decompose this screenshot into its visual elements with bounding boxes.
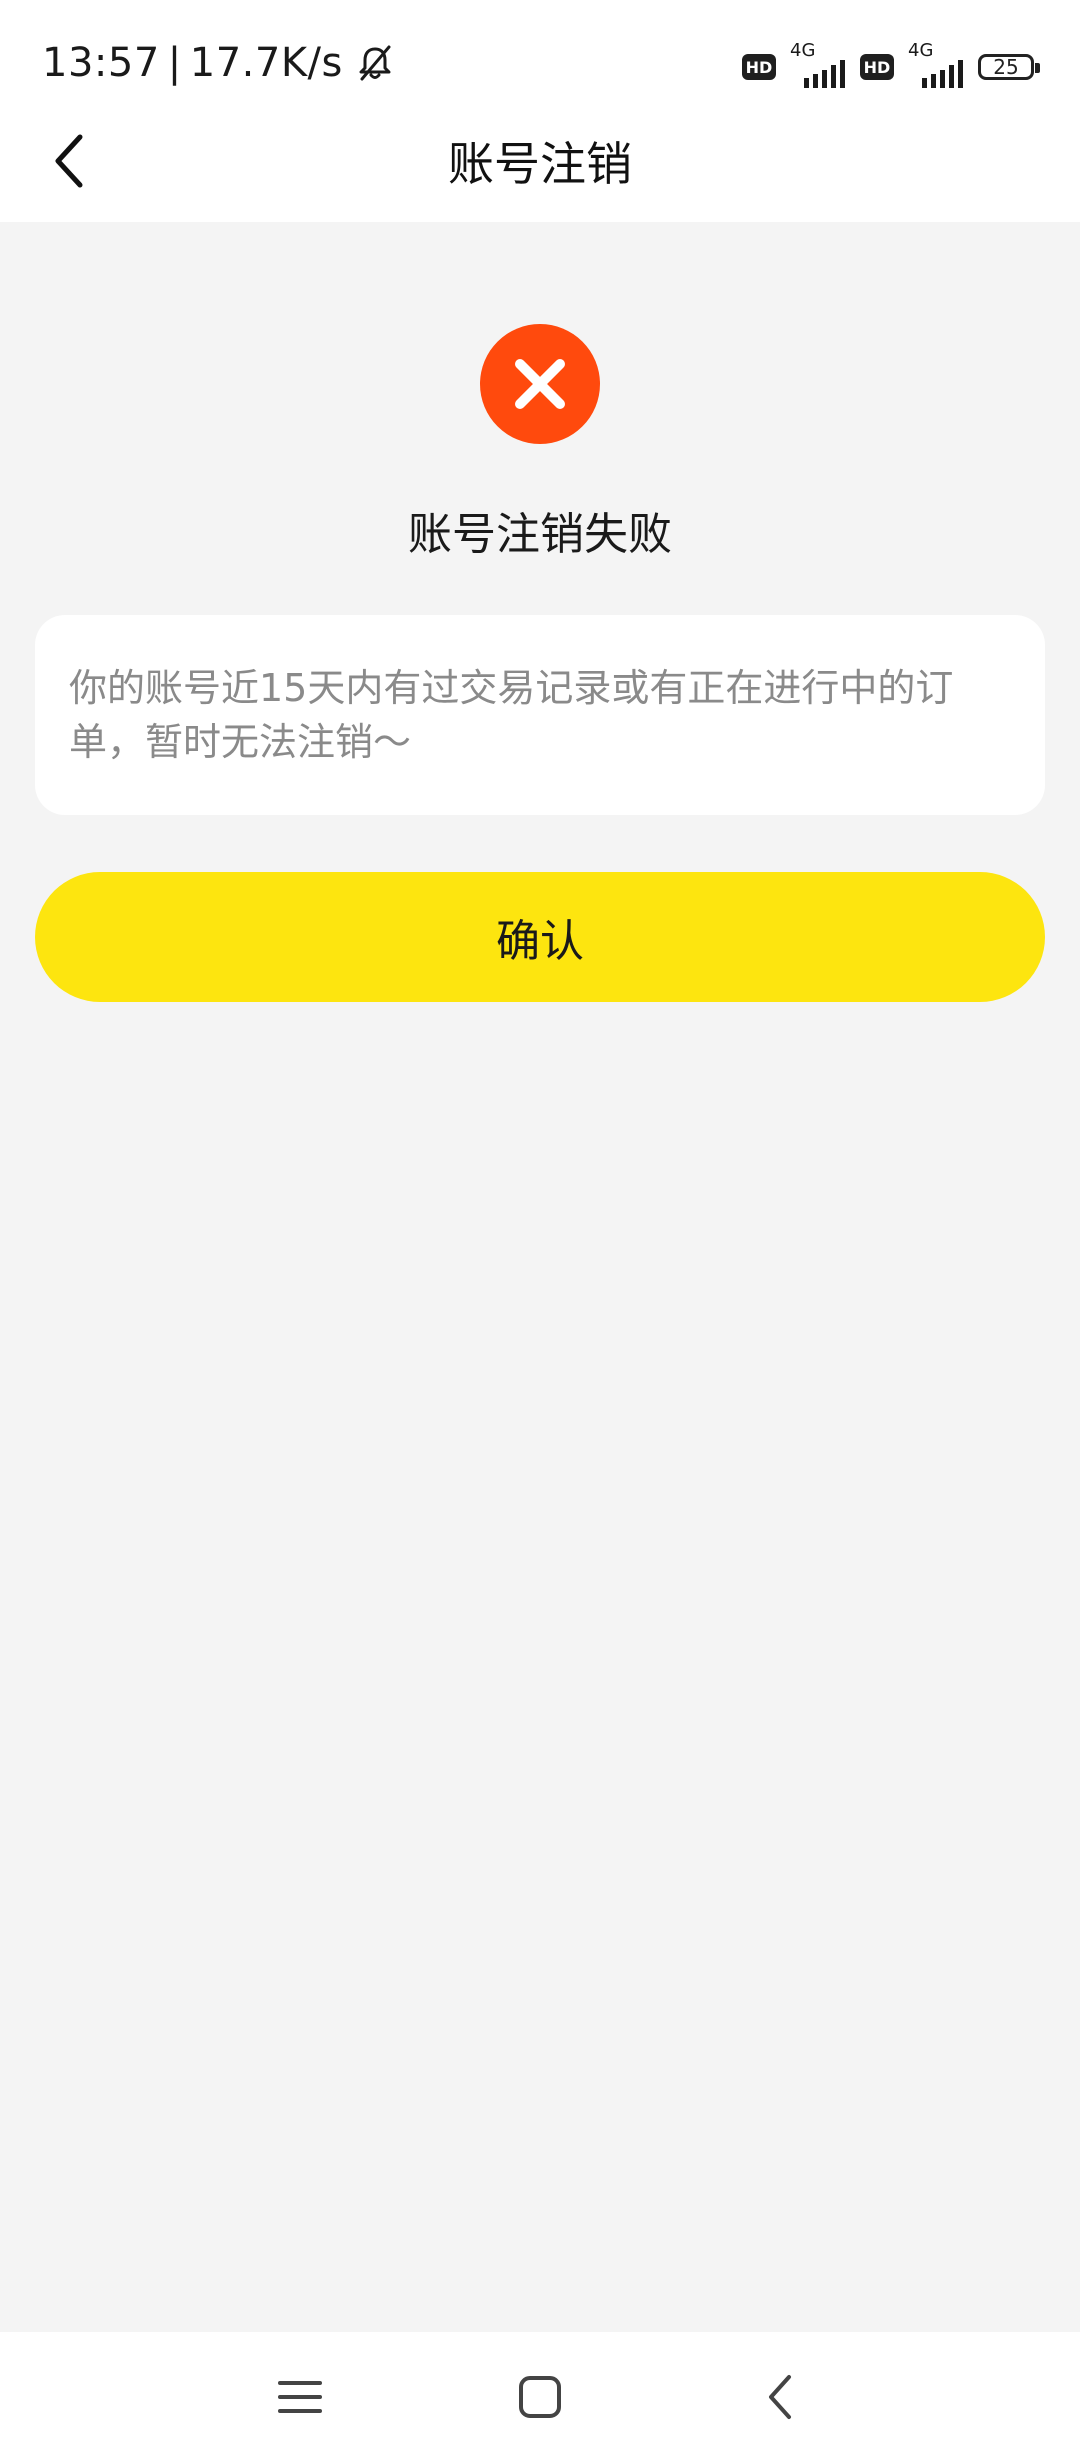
status-separator: | — [167, 40, 182, 86]
status-time: 13:57 — [42, 40, 160, 86]
nav-back-icon — [769, 2375, 791, 2419]
system-nav-bar — [0, 2332, 1080, 2460]
page-title: 账号注销 — [448, 137, 632, 191]
result-title: 账号注销失败 — [408, 509, 672, 560]
message-card: 你的账号近15天内有过交易记录或有正在进行中的订单，暂时无法注销～ — [35, 615, 1045, 815]
network-speed: 17.7K/s — [189, 40, 343, 86]
menu-button[interactable] — [260, 2362, 340, 2432]
status-left: 13:57 | 17.7K/s — [42, 40, 395, 86]
home-icon — [519, 2376, 561, 2418]
status-right: HD 4G HD 4G 25 — [742, 40, 1040, 88]
battery-level: 25 — [993, 55, 1019, 79]
title-bar: 账号注销 — [0, 100, 1080, 222]
battery-icon: 25 — [978, 54, 1040, 80]
sim1-hd-badge: HD — [742, 54, 776, 80]
close-icon — [515, 359, 565, 409]
nav-back-button[interactable] — [740, 2362, 820, 2432]
main-content: 账号注销失败 你的账号近15天内有过交易记录或有正在进行中的订单，暂时无法注销～… — [0, 222, 1080, 2332]
confirm-button[interactable]: 确认 — [35, 872, 1045, 1002]
message-text: 你的账号近15天内有过交易记录或有正在进行中的订单，暂时无法注销～ — [69, 666, 954, 764]
sim2-signal-icon: 4G — [904, 40, 968, 88]
home-button[interactable] — [500, 2362, 580, 2432]
sim1-signal-icon: 4G — [786, 40, 850, 88]
bell-off-icon — [355, 43, 395, 83]
menu-icon — [278, 2381, 322, 2413]
fail-status-icon — [480, 324, 600, 444]
sim2-hd-badge: HD — [860, 54, 894, 80]
